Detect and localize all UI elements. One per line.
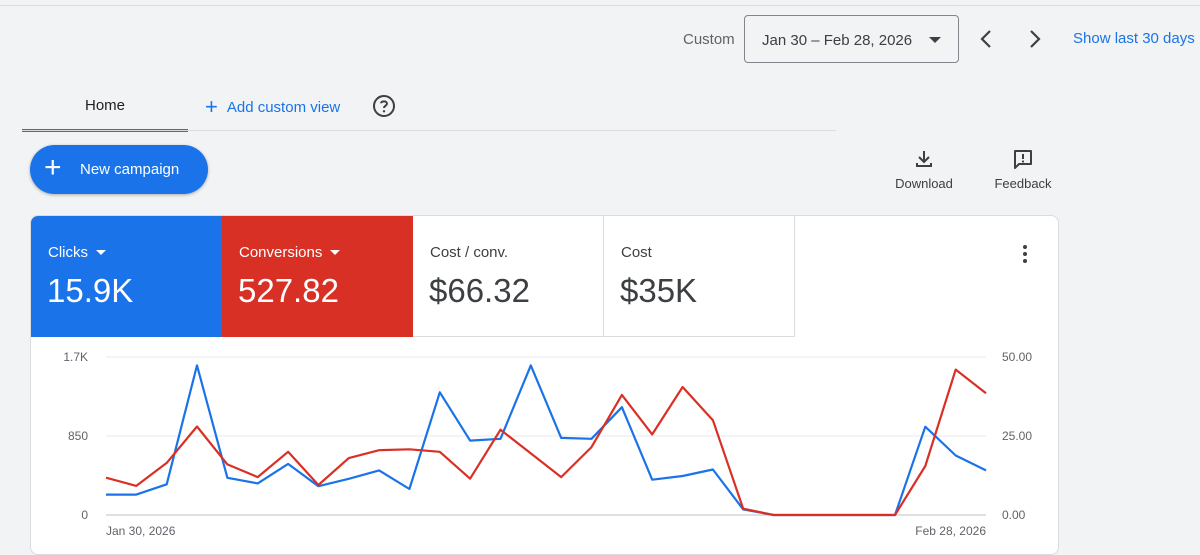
- download-button[interactable]: Download: [884, 148, 964, 194]
- performance-chart: 0 0.00 850 25.00 1.7K 50.00 Jan 30, 2026 Feb 28…: [63, 350, 1032, 538]
- chevron-right-icon: [1030, 30, 1041, 48]
- metric-conversions-label: Conversions: [239, 244, 323, 261]
- date-range-select[interactable]: Jan 30 – Feb 28, 2026: [744, 15, 959, 63]
- metric-cost-per-conversion-value: $66.32: [429, 272, 530, 309]
- series-line-clicks: [106, 364, 987, 517]
- new-campaign-label: New campaign: [80, 161, 180, 178]
- dropdown-arrow-icon: [96, 250, 106, 255]
- metric-cost-per-conversion-label: Cost / conv.: [430, 244, 509, 261]
- more-vert-icon[interactable]: [1015, 242, 1035, 266]
- metric-clicks-label: Clicks: [48, 244, 88, 261]
- feedback-label: Feedback: [994, 176, 1052, 191]
- tabs-divider: [22, 130, 836, 131]
- help-icon[interactable]: [372, 94, 396, 118]
- metric-conversions[interactable]: Conversions 527.82: [222, 216, 413, 337]
- tab-home[interactable]: Home: [22, 86, 188, 132]
- date-range-mode-label: Custom: [683, 31, 735, 48]
- metric-cost[interactable]: Cost $35K: [604, 216, 795, 337]
- date-range-value: Jan 30 – Feb 28, 2026: [762, 32, 913, 49]
- metric-clicks-value: 15.9K: [47, 272, 134, 309]
- download-icon: [916, 151, 932, 167]
- metric-cost-label: Cost: [621, 244, 652, 261]
- y-left-tick-label: 850: [68, 429, 88, 443]
- y-right-tick-label: 0.00: [1002, 508, 1026, 522]
- download-label: Download: [895, 176, 953, 191]
- y-right-tick-label: 25.00: [1002, 429, 1032, 443]
- new-campaign-button[interactable]: + New campaign: [30, 145, 208, 194]
- metric-cost-per-conversion[interactable]: Cost / conv. $66.32: [413, 216, 604, 337]
- metric-conversions-value: 527.82: [238, 272, 339, 309]
- plus-icon: +: [205, 94, 218, 119]
- dropdown-arrow-icon: [330, 250, 341, 255]
- series-line-conversions: [105, 368, 987, 517]
- feedback-icon: [1014, 150, 1032, 169]
- x-start-label: Jan 30, 2026: [106, 524, 176, 538]
- dropdown-arrow-icon: [929, 37, 941, 43]
- show-last-30-days-link[interactable]: Show last 30 days: [1073, 30, 1195, 47]
- chevron-left-icon: [980, 30, 991, 48]
- top-divider: [0, 5, 1200, 6]
- add-custom-view-label: Add custom view: [226, 98, 341, 116]
- x-end-label: Feb 28, 2026: [915, 524, 986, 538]
- next-period-button[interactable]: [1022, 24, 1048, 54]
- add-custom-view-button[interactable]: + Add custom view: [205, 96, 340, 118]
- y-left-tick-label: 1.7K: [63, 350, 88, 364]
- y-right-tick-label: 50.00: [1002, 350, 1032, 364]
- metric-clicks[interactable]: Clicks 15.9K: [31, 216, 222, 337]
- previous-period-button[interactable]: [973, 24, 999, 54]
- tab-home-label: Home: [84, 97, 125, 114]
- plus-icon: +: [44, 151, 62, 184]
- y-left-tick-label: 0: [81, 508, 88, 522]
- metric-cost-value: $35K: [620, 272, 698, 309]
- feedback-button[interactable]: Feedback: [983, 148, 1063, 194]
